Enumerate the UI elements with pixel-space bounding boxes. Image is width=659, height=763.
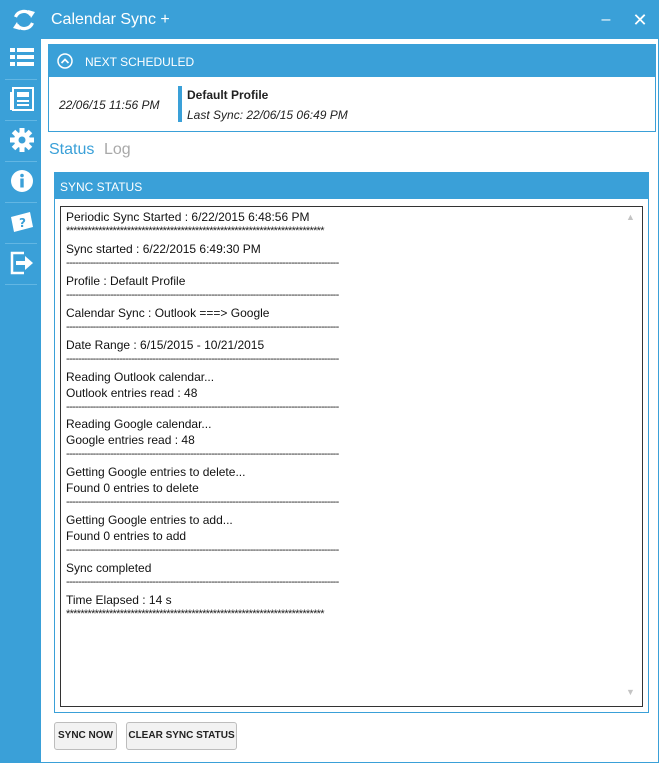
sidebar-item-exit[interactable]	[5, 244, 37, 285]
log-line: Sync completed	[66, 561, 152, 575]
log-line: Time Elapsed : 14 s	[66, 593, 172, 607]
log-line: Periodic Sync Started : 6/22/2015 6:48:5…	[66, 210, 310, 224]
log-separator: ****************************************…	[66, 608, 325, 620]
app-window: Calendar Sync + – ✕ ? NEXT SCHEDULED 22/…	[0, 0, 659, 763]
log-separator: ----------------------------------------…	[66, 321, 339, 333]
sidebar-item-about[interactable]	[5, 162, 37, 203]
gear-icon	[10, 128, 34, 152]
exit-icon	[10, 251, 33, 275]
list-icon	[10, 48, 34, 66]
title-bar[interactable]: Calendar Sync + – ✕	[1, 1, 658, 39]
svg-text:?: ?	[19, 216, 26, 230]
log-line: Getting Google entries to delete...	[66, 465, 246, 479]
log-line: Found 0 entries to add	[66, 529, 187, 543]
sync-status-panel: SYNC STATUS Periodic Sync Started : 6/22…	[54, 172, 649, 713]
sync-now-button[interactable]: SYNC NOW	[54, 722, 117, 750]
close-button[interactable]: ✕	[629, 9, 651, 31]
log-separator: ****************************************…	[66, 225, 325, 237]
sync-status-title: SYNC STATUS	[60, 180, 143, 194]
sidebar-item-news[interactable]	[5, 80, 37, 121]
chevron-up-icon[interactable]	[57, 53, 73, 69]
log-separator: ----------------------------------------…	[66, 401, 339, 413]
sidebar-item-profiles[interactable]	[5, 39, 37, 80]
log-line: Sync started : 6/22/2015 6:49:30 PM	[66, 242, 261, 256]
sidebar-item-help[interactable]: ?	[5, 203, 37, 244]
log-separator: ----------------------------------------…	[66, 576, 339, 588]
next-scheduled-time: 22/06/15 11:56 PM	[59, 98, 160, 112]
log-line: Google entries read : 48	[66, 433, 195, 447]
sync-icon	[13, 9, 35, 31]
log-line: Getting Google entries to add...	[66, 513, 233, 527]
log-line: Calendar Sync : Outlook ===> Google	[66, 306, 270, 320]
last-sync-time: Last Sync: 22/06/15 06:49 PM	[187, 108, 348, 122]
log-separator: ----------------------------------------…	[66, 353, 339, 365]
profile-accent-bar	[178, 86, 182, 122]
info-icon	[11, 170, 33, 192]
next-scheduled-header[interactable]: NEXT SCHEDULED	[49, 45, 655, 77]
scroll-up-arrow-icon[interactable]: ▲	[626, 212, 635, 222]
log-separator: ----------------------------------------…	[66, 544, 339, 556]
newspaper-icon	[10, 87, 34, 111]
log-line: Date Range : 6/15/2015 - 10/21/2015	[66, 338, 265, 352]
log-line: Outlook entries read : 48	[66, 386, 198, 400]
tab-status[interactable]: Status	[49, 141, 94, 159]
help-book-icon: ?	[11, 212, 33, 232]
log-separator: ----------------------------------------…	[66, 257, 339, 269]
sync-status-header: SYNC STATUS	[55, 173, 648, 199]
log-line: Found 0 entries to delete	[66, 481, 199, 495]
log-line: Reading Google calendar...	[66, 417, 212, 431]
sync-log-textarea[interactable]: Periodic Sync Started : 6/22/2015 6:48:5…	[60, 206, 643, 707]
scroll-down-arrow-icon[interactable]: ▼	[626, 687, 635, 697]
log-line: Reading Outlook calendar...	[66, 370, 215, 384]
window-title: Calendar Sync +	[51, 11, 170, 28]
log-line: Profile : Default Profile	[66, 274, 186, 288]
log-separator: ----------------------------------------…	[66, 448, 339, 460]
profile-name: Default Profile	[187, 88, 269, 102]
next-scheduled-panel: NEXT SCHEDULED 22/06/15 11:56 PM Default…	[48, 44, 656, 132]
minimize-button[interactable]: –	[595, 9, 617, 31]
tab-log[interactable]: Log	[104, 141, 131, 159]
log-separator: ----------------------------------------…	[66, 496, 339, 508]
log-separator: ----------------------------------------…	[66, 289, 339, 301]
sidebar-item-settings[interactable]	[5, 121, 37, 162]
next-scheduled-title: NEXT SCHEDULED	[85, 55, 195, 69]
clear-sync-status-button[interactable]: CLEAR SYNC STATUS	[126, 722, 237, 750]
sidebar: ?	[1, 39, 41, 762]
